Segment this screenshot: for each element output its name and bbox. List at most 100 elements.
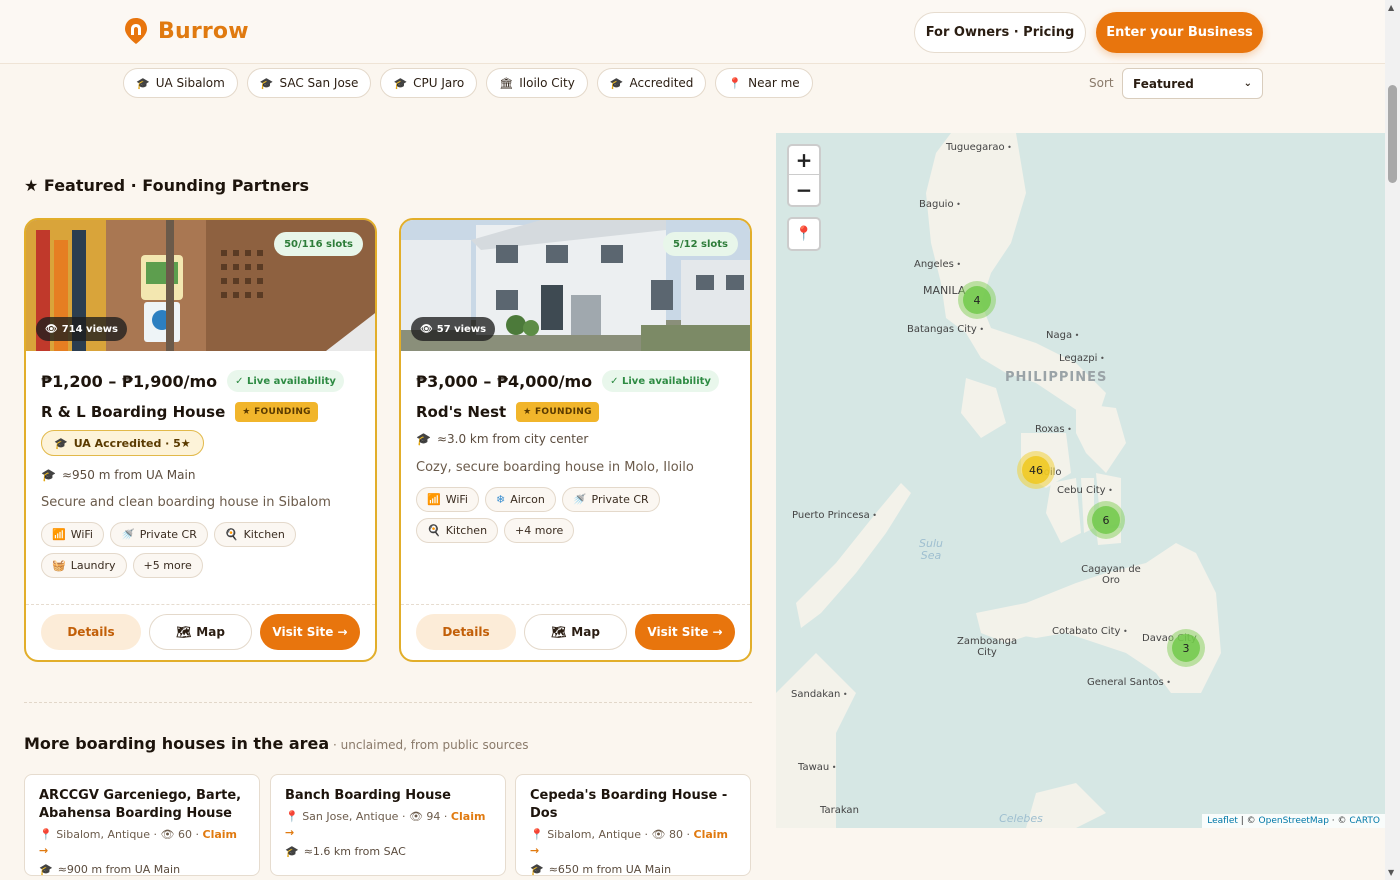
wifi-icon: 📶 <box>427 493 441 506</box>
map-cluster-marker[interactable]: 4 <box>958 281 996 319</box>
graduation-cap-icon: 🎓 <box>393 76 408 90</box>
map-city-label: Baguio <box>919 199 961 210</box>
name-row: Rod's Nest ★ FOUNDING <box>416 402 599 422</box>
shower-icon: 🚿 <box>120 528 135 541</box>
card-footer-divider <box>26 604 375 605</box>
map-cluster-marker[interactable]: 3 <box>1167 629 1205 667</box>
listing-meta: 📍 Sibalom, Antique · 👁 60 · Claim → <box>39 828 238 857</box>
locate-me-button[interactable]: 📍 <box>787 217 821 251</box>
scroll-thumb[interactable] <box>1388 85 1397 183</box>
listing-photo[interactable]: 5/12 slots 👁 57 views <box>401 220 750 351</box>
featured-section-title: ★ Featured · Founding Partners <box>24 176 309 195</box>
filter-chip-near-me[interactable]: 📍 Near me <box>715 68 813 98</box>
amenities-list: 📶 WiFi 🚿 Private CR 🍳 Kitchen 🧺 Laundry +5 m… <box>41 522 361 578</box>
pin-icon: 📍 <box>530 828 544 841</box>
map-sea-label: Sulu Sea <box>919 537 943 562</box>
founding-badge: ★ FOUNDING <box>235 402 318 422</box>
map-city-label: Legazpi <box>1059 353 1105 364</box>
amenity-wifi: 📶 WiFi <box>416 487 479 512</box>
details-button[interactable]: Details <box>416 614 516 650</box>
filter-chips: 🎓 UA Sibalom 🎓 SAC San Jose 🎓 CPU Jaro 🏛 Ilo… <box>123 68 813 98</box>
map-icon: 🗺 <box>176 625 192 639</box>
listing-name[interactable]: Rod's Nest <box>416 403 506 421</box>
listing-name[interactable]: Banch Boarding House <box>285 787 491 805</box>
map-city-label: Batangas City <box>907 324 984 335</box>
details-button[interactable]: Details <box>41 614 141 650</box>
listing-name[interactable]: ARCCGV Garceniego, Barte, Abahensa Board… <box>39 787 245 823</box>
graduation-cap-icon: 🎓 <box>530 863 544 876</box>
kitchen-icon: 🍳 <box>427 524 441 537</box>
graduation-cap-icon: 🎓 <box>39 863 53 876</box>
filter-chip-sac-san-jose[interactable]: 🎓 SAC San Jose <box>246 68 372 98</box>
map-city-label: Angeles <box>914 259 961 270</box>
map-cluster-marker[interactable]: 6 <box>1087 501 1125 539</box>
chevron-down-icon: ⌄ <box>1243 78 1252 89</box>
map-city-label: Cotabato City <box>1052 626 1128 637</box>
burrow-logo-icon <box>125 18 147 44</box>
amenities-list: 📶 WiFi ❄ Aircon 🚿 Private CR 🍳 Kitchen +4 mo… <box>416 487 736 543</box>
unclaimed-listing-card[interactable]: ARCCGV Garceniego, Barte, Abahensa Board… <box>24 774 260 876</box>
filter-chip-accredited[interactable]: 🎓 Accredited <box>596 68 707 98</box>
visit-site-button[interactable]: Visit Site → <box>635 614 735 650</box>
kitchen-icon: 🍳 <box>224 528 239 541</box>
map-city-label: Cebu City <box>1057 485 1113 496</box>
map-city-label: General Santos <box>1087 677 1171 688</box>
founding-badge: ★ FOUNDING <box>516 402 599 422</box>
map-attribution: Leaflet | © OpenStreetMap · © CARTO <box>1202 814 1385 828</box>
distance: 🎓 ≈650 m from UA Main <box>530 863 672 876</box>
map-button[interactable]: 🗺 Map <box>149 614 252 650</box>
card-footer-divider <box>401 604 750 605</box>
listing-photo[interactable]: 50/116 slots 👁 714 views <box>26 220 375 351</box>
visit-site-button[interactable]: Visit Site → <box>260 614 360 650</box>
pin-icon: 📍 <box>285 810 299 823</box>
unclaimed-listing-card[interactable]: Banch Boarding House 📍 San Jose, Antique… <box>270 774 506 876</box>
price-row: ₱1,200 – ₱1,900/mo ✓ Live availability <box>41 370 344 392</box>
scroll-up-arrow-icon[interactable]: ▲ <box>1388 3 1394 12</box>
brand-logo[interactable]: Burrow <box>124 17 249 45</box>
filter-chip-cpu-jaro[interactable]: 🎓 CPU Jaro <box>380 68 478 98</box>
live-availability-badge: ✓ Live availability <box>602 370 719 392</box>
enter-business-button[interactable]: Enter your Business <box>1096 12 1263 53</box>
eye-icon: 👁 <box>420 323 433 335</box>
map-cluster-marker[interactable]: 46 <box>1017 451 1055 489</box>
map-basemap <box>776 133 1385 828</box>
sort-select[interactable]: Featured ⌄ <box>1122 68 1263 99</box>
amenity-kitchen: 🍳 Kitchen <box>213 522 296 547</box>
amenity-more[interactable]: +4 more <box>504 518 575 543</box>
openstreetmap-link[interactable]: OpenStreetMap <box>1259 816 1329 826</box>
listing-meta: 📍 Sibalom, Antique · 👁 80 · Claim → <box>530 828 729 857</box>
eye-icon: 👁 <box>160 828 175 841</box>
top-header: Burrow For Owners · Pricing Enter your B… <box>0 0 1385 64</box>
zoom-out-button[interactable]: − <box>789 175 819 204</box>
listing-name[interactable]: Cepeda's Boarding House - Dos <box>530 787 736 823</box>
pin-icon: 📍 <box>39 828 53 841</box>
listing-name[interactable]: R & L Boarding House <box>41 403 225 421</box>
filter-chip-iloilo-city[interactable]: 🏛 Iloilo City <box>486 68 588 98</box>
unclaimed-listing-card[interactable]: Cepeda's Boarding House - Dos 📍 Sibalom,… <box>515 774 751 876</box>
map-city-label: Sandakan <box>791 689 848 700</box>
carto-link[interactable]: CARTO <box>1349 816 1380 826</box>
slots-badge: 50/116 slots <box>274 232 363 256</box>
amenity-aircon: ❄ Aircon <box>484 487 556 512</box>
eye-icon: 👁 <box>408 810 423 823</box>
map-button[interactable]: 🗺 Map <box>524 614 627 650</box>
page-scrollbar[interactable]: ▲ ▼ <box>1385 0 1400 880</box>
map-country-label: PHILIPPINES <box>1005 370 1108 385</box>
graduation-cap-icon: 🎓 <box>285 845 299 858</box>
section-divider <box>24 702 752 703</box>
leaflet-link[interactable]: Leaflet <box>1207 816 1238 826</box>
amenity-more[interactable]: +5 more <box>132 553 203 578</box>
wifi-icon: 📶 <box>52 528 66 541</box>
sort-label: Sort <box>1089 76 1114 90</box>
filter-chip-ua-sibalom[interactable]: 🎓 UA Sibalom <box>123 68 238 98</box>
for-owners-pricing-button[interactable]: For Owners · Pricing <box>914 12 1086 53</box>
zoom-control: + − <box>787 144 821 207</box>
featured-card: 5/12 slots 👁 57 views ₱3,000 – ₱4,000/mo … <box>399 218 752 662</box>
amenity-private-cr: 🚿 Private CR <box>561 487 660 512</box>
graduation-cap-icon: 🎓 <box>259 76 274 90</box>
views-badge: 👁 714 views <box>36 317 127 341</box>
zoom-in-button[interactable]: + <box>789 146 819 175</box>
eye-icon: 👁 <box>45 323 58 335</box>
scroll-down-arrow-icon[interactable]: ▼ <box>1388 868 1394 877</box>
listings-map[interactable]: + − 📍 Tuguegarao Baguio Angeles MANILA B… <box>776 133 1385 828</box>
